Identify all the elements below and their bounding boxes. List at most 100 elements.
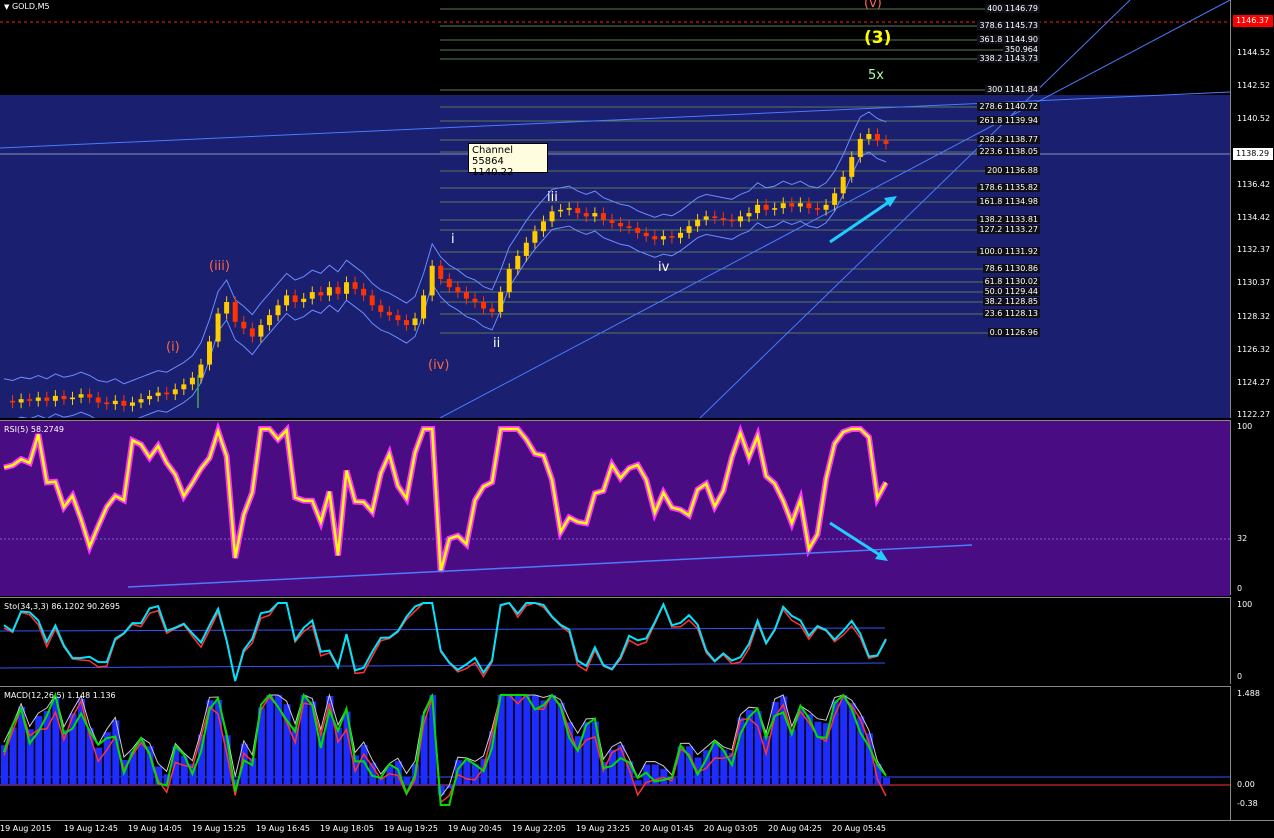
macd-pane[interactable]: MACD(12,26,5) 1.148 1.136 xyxy=(0,686,1230,821)
candle-body xyxy=(18,399,24,403)
candle-body xyxy=(883,140,889,144)
candle-body xyxy=(729,219,735,222)
candle-body xyxy=(772,208,778,210)
time-axis: 19 Aug 2015 19 Aug 12:45 19 Aug 14:05 19 Au… xyxy=(0,820,1274,838)
candle-body xyxy=(712,216,718,219)
stochastic-chart[interactable] xyxy=(0,598,1230,685)
macd-histogram-bar xyxy=(883,777,890,785)
candle-body xyxy=(549,211,555,222)
price-scale-label: 1122.27 xyxy=(1237,410,1271,419)
time-axis-label: 20 Aug 01:45 xyxy=(640,824,694,833)
candle-body xyxy=(660,236,666,240)
candle-body xyxy=(429,265,435,296)
fib-level-label: 200 1136.88 xyxy=(985,166,1040,175)
price-scale-label: 1128.32 xyxy=(1237,312,1271,321)
macd-level-zero: 0.00 xyxy=(1237,780,1255,789)
macd-histogram-bar xyxy=(634,780,642,785)
stoch-level-0: 0 xyxy=(1237,672,1243,681)
fib-level-label: 78.6 1130.86 xyxy=(982,264,1040,273)
candle-body xyxy=(403,320,409,326)
fib-level-label: 261.8 1139.94 xyxy=(977,116,1040,125)
candle-body xyxy=(309,292,315,299)
candle-body xyxy=(27,399,33,401)
price-scale-label: 1134.42 xyxy=(1237,213,1271,222)
candle-body xyxy=(155,392,161,396)
candle-body xyxy=(104,402,110,405)
candle-body xyxy=(600,213,606,220)
candle-body xyxy=(446,278,452,288)
candle-body xyxy=(61,395,67,400)
stochastic-pane[interactable]: Sto(34,3,3) 86.1202 90.2695 xyxy=(0,597,1230,685)
alert-price-badge: 1146.37 xyxy=(1233,15,1273,27)
chart-title-text: GOLD,M5 xyxy=(11,2,50,11)
candle-body xyxy=(635,227,641,233)
time-axis-label: 19 Aug 16:45 xyxy=(256,824,310,833)
candle-body xyxy=(95,397,101,403)
wave-label: ii xyxy=(493,336,501,351)
macd-chart[interactable] xyxy=(0,687,1230,821)
candle-body xyxy=(207,341,213,365)
candle-body xyxy=(592,213,598,217)
candle-body xyxy=(849,157,855,177)
lower-band xyxy=(17,151,887,418)
fib-level-label: 400 1146.79 xyxy=(985,4,1040,13)
candle-body xyxy=(832,193,838,205)
stoch-signal-line xyxy=(3,602,887,682)
candle-body xyxy=(181,384,187,390)
macd-histogram-bar xyxy=(403,776,411,785)
time-axis-label: 19 Aug 20:45 xyxy=(448,824,502,833)
candle-body xyxy=(720,218,726,220)
stoch-main-line xyxy=(3,601,887,682)
candle-body xyxy=(763,204,769,210)
candle-body xyxy=(866,134,872,139)
candle-body xyxy=(224,302,230,314)
candle-body xyxy=(780,203,786,209)
symbol-menu-icon[interactable]: ▼ xyxy=(4,3,9,11)
macd-histogram-bar xyxy=(549,695,557,785)
candle-body xyxy=(147,395,153,400)
wave-label: (iii) xyxy=(209,259,230,274)
candle-body xyxy=(558,209,564,212)
candle-body xyxy=(352,282,358,289)
main-price-pane[interactable]: ▼ GOLD,M5 400 1146.79 378.6 1145.73 361.8 … xyxy=(0,0,1230,418)
fib-level-label: 378.6 1145.73 xyxy=(977,21,1040,30)
stoch-level-100: 100 xyxy=(1237,600,1253,609)
fib-level-label: 23.6 1128.13 xyxy=(982,309,1040,318)
candle-body xyxy=(301,298,307,303)
candle-body xyxy=(421,295,427,319)
candle-body xyxy=(284,295,290,306)
price-scale-label: 1142.52 xyxy=(1237,81,1271,90)
stoch-lower-level xyxy=(0,662,886,669)
candle-body xyxy=(232,302,238,322)
price-scale-label: 1124.27 xyxy=(1237,378,1271,387)
candle-body xyxy=(121,400,127,406)
candle-body xyxy=(10,400,16,403)
time-axis-label: 20 Aug 04:25 xyxy=(768,824,822,833)
tooltip-value: 1140.22 xyxy=(472,167,514,178)
fib-level-label: 138.2 1133.81 xyxy=(977,215,1040,224)
fib-level-label: 127.2 1133.27 xyxy=(977,225,1040,234)
candle-body xyxy=(498,292,504,312)
macd-histogram-bar xyxy=(540,700,548,785)
candle-body xyxy=(806,203,812,209)
macd-histogram-bar xyxy=(711,742,719,785)
price-scale-label: 1144.52 xyxy=(1237,48,1271,57)
candle-body xyxy=(52,395,58,401)
candle-body xyxy=(198,364,204,378)
rsi-pane[interactable]: RSI(5) 58.2749 xyxy=(0,420,1230,596)
macd-level-top: 1.488 xyxy=(1237,689,1260,698)
candle-body xyxy=(438,265,444,279)
upper-band xyxy=(3,111,887,385)
time-axis-label: 19 Aug 15:25 xyxy=(192,824,246,833)
candle-body xyxy=(189,377,195,385)
price-chart[interactable] xyxy=(0,0,1230,418)
macd-histogram-bar xyxy=(300,695,308,785)
candle-body xyxy=(258,325,264,337)
stoch-slow-line xyxy=(3,602,887,682)
candle-body xyxy=(215,313,221,342)
rsi-chart[interactable] xyxy=(0,421,1230,596)
price-scale[interactable]: 1146.37 1138.29 1144.52 1142.52 1140.52 113… xyxy=(1230,0,1274,419)
time-axis-label: 20 Aug 03:05 xyxy=(704,824,758,833)
candle-body xyxy=(669,236,675,238)
candle-body xyxy=(172,389,178,395)
